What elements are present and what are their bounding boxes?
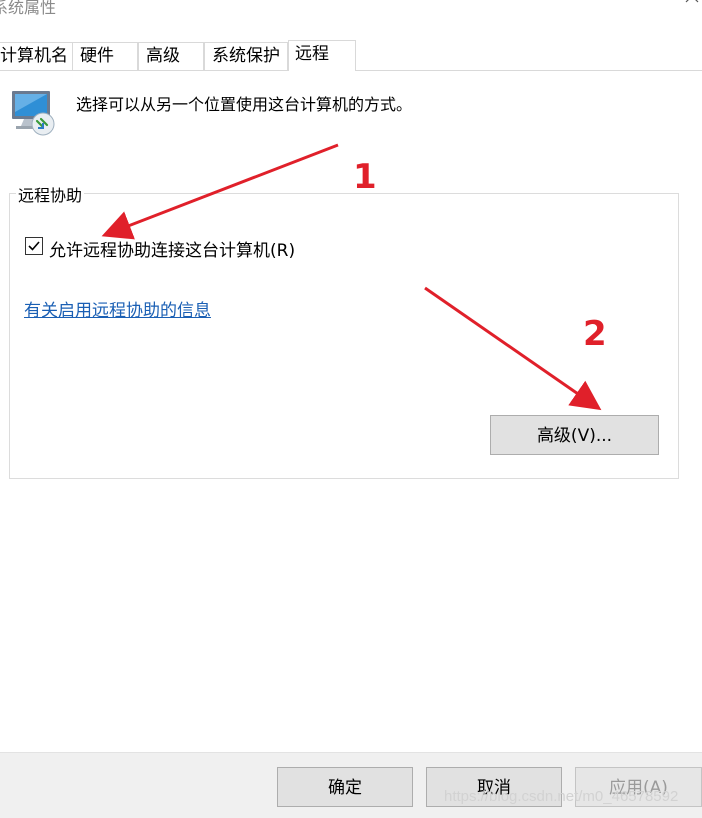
watermark: https://blog.csdn.net/m0_46578592: [444, 788, 679, 805]
checkmark-icon: [28, 241, 40, 251]
tab-hardware[interactable]: 硬件: [72, 42, 138, 70]
intro-text: 选择可以从另一个位置使用这台计算机的方式。: [76, 95, 413, 114]
tab-remote[interactable]: 远程: [288, 40, 356, 71]
tab-computer-name[interactable]: 计算机名: [0, 42, 73, 70]
tab-system-protection[interactable]: 系统保护: [204, 42, 288, 70]
ok-button[interactable]: 确定: [277, 767, 413, 807]
group-title: 远程协助: [16, 182, 85, 206]
window-title: 系统属性: [0, 0, 57, 17]
tab-advanced[interactable]: 高级: [138, 42, 204, 70]
advanced-button[interactable]: 高级(V)...: [490, 415, 659, 455]
close-icon[interactable]: [684, 0, 702, 14]
annotation-marker-2: 2: [583, 314, 607, 354]
remote-desktop-icon: [10, 88, 58, 138]
annotation-marker-1: 1: [353, 157, 377, 197]
remote-assistance-help-link[interactable]: 有关启用远程协助的信息: [24, 296, 211, 321]
title-bar: 系统属性: [0, 0, 702, 28]
allow-remote-assistance-label[interactable]: 允许远程协助连接这台计算机(R): [49, 236, 295, 261]
allow-remote-assistance-checkbox[interactable]: [25, 237, 43, 255]
